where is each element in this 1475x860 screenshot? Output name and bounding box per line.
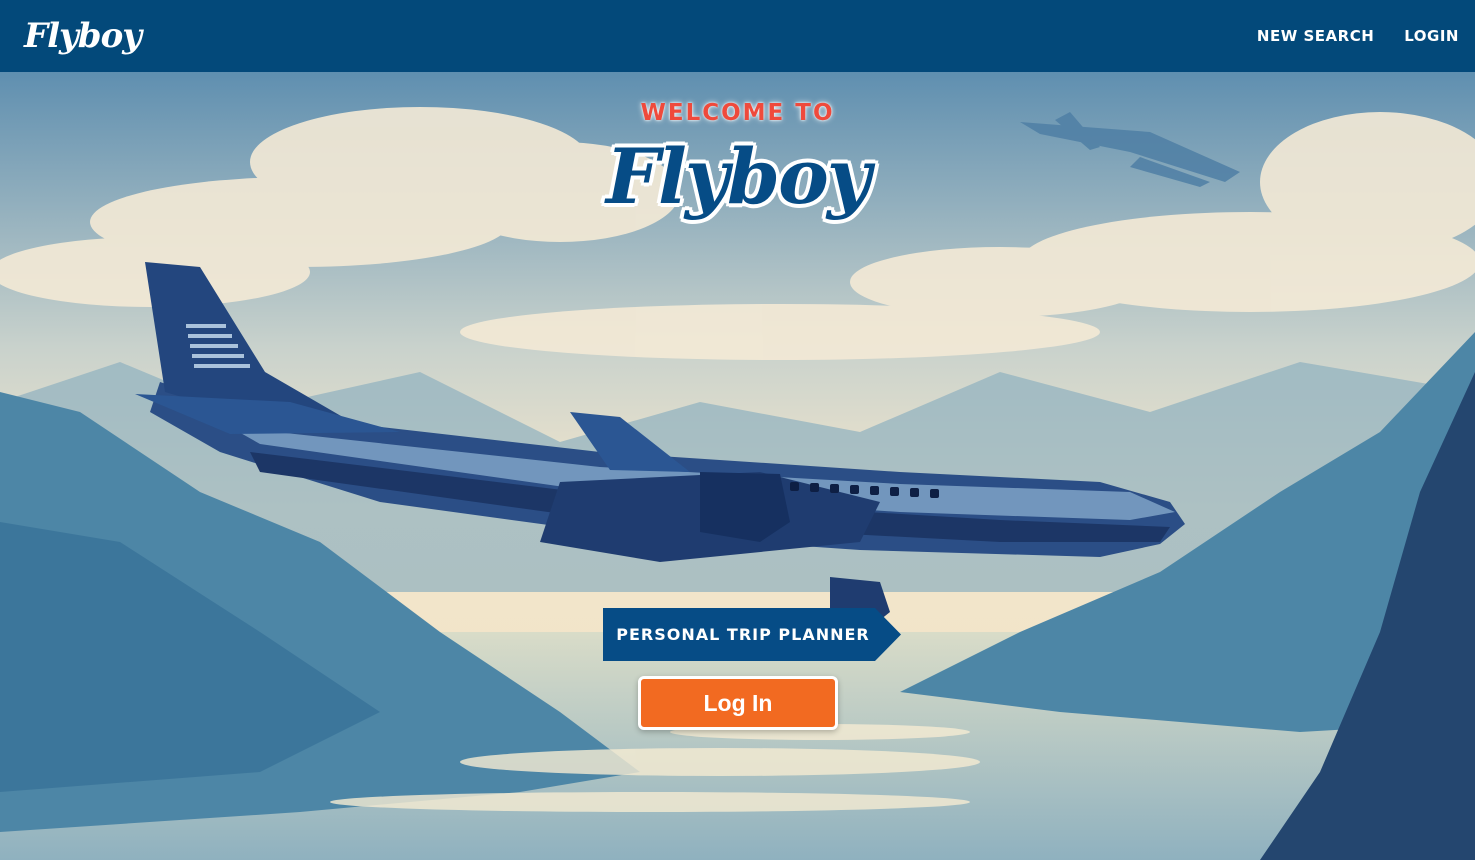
nav-new-search-link[interactable]: NEW SEARCH — [1257, 27, 1374, 45]
hero-title: Flyboy — [606, 132, 871, 221]
brand-logo[interactable]: Flyboy — [24, 16, 142, 56]
hero-section: WELCOME TO Flyboy PERSONAL TRIP PLANNER … — [0, 72, 1475, 860]
log-in-button[interactable]: Log In — [638, 676, 838, 730]
tagline-text: PERSONAL TRIP PLANNER — [616, 625, 870, 644]
welcome-eyebrow: WELCOME TO — [640, 100, 835, 126]
top-navbar: Flyboy NEW SEARCH LOGIN — [0, 0, 1475, 72]
tagline-ribbon: PERSONAL TRIP PLANNER — [603, 608, 901, 661]
nav-links: NEW SEARCH LOGIN — [1257, 27, 1459, 45]
nav-login-link[interactable]: LOGIN — [1404, 27, 1459, 45]
